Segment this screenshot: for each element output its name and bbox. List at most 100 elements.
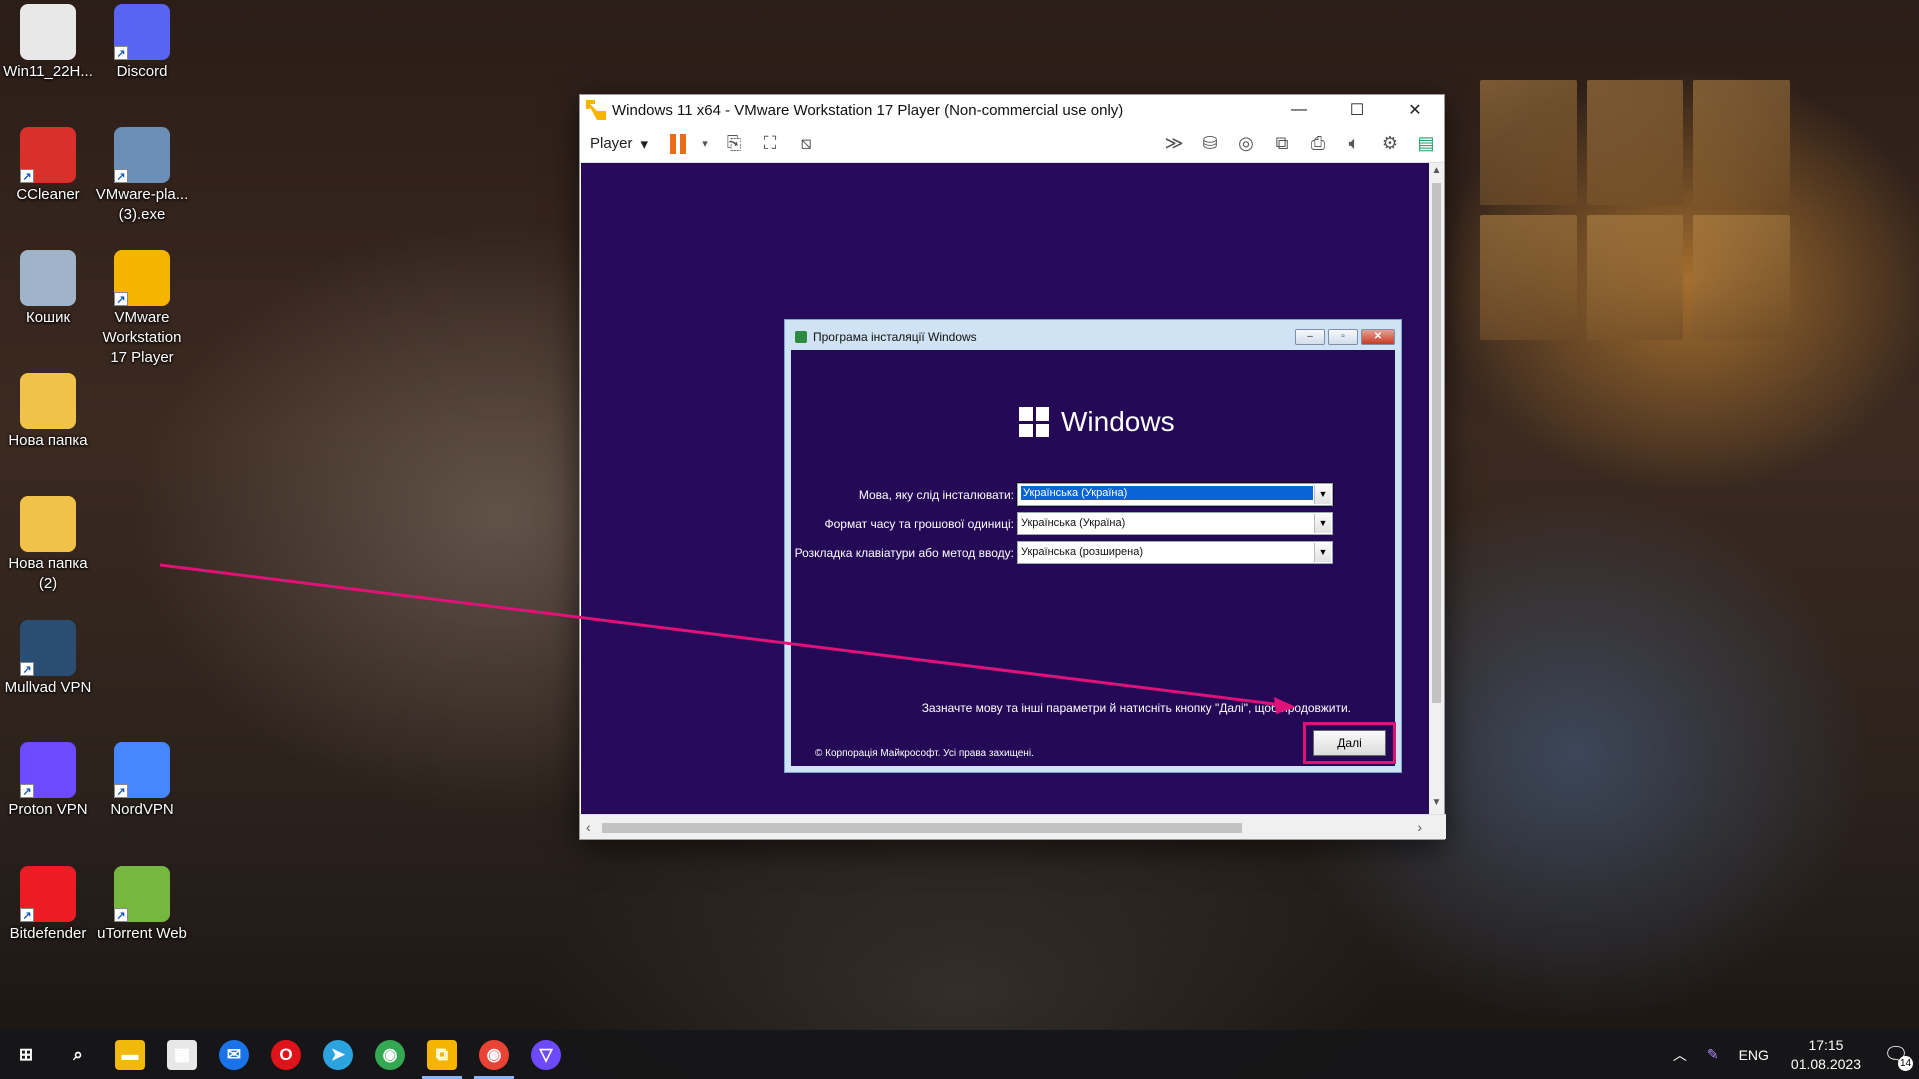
- next-button[interactable]: Далі: [1313, 730, 1386, 756]
- copyright-text: © Корпорація Майкрософт. Усі права захищ…: [815, 748, 1034, 759]
- expand-toolbar-icon[interactable]: ≫: [1161, 131, 1187, 157]
- language-row: Мова, яку слід інсталювати: Українська (…: [791, 482, 1395, 507]
- minimize-button[interactable]: —: [1270, 95, 1328, 125]
- horizontal-scroll-thumb[interactable]: [602, 823, 1242, 833]
- chrome-icon[interactable]: ◉: [364, 1030, 416, 1079]
- chrome-profile-icon[interactable]: ◉: [468, 1030, 520, 1079]
- file-explorer-icon-glyph: ▬: [115, 1039, 145, 1070]
- printer-icon[interactable]: ⎙: [1305, 131, 1331, 157]
- setup-restore-button[interactable]: ▫: [1328, 329, 1358, 345]
- bitdefender-icon: ↗: [20, 866, 76, 922]
- desktop-icon[interactable]: ↗ Mullvad VPN: [0, 620, 96, 698]
- hard-disk-icon[interactable]: ⛁: [1197, 131, 1223, 157]
- nordvpn-icon: ↗: [114, 742, 170, 798]
- message-log-icon[interactable]: ▤: [1413, 131, 1439, 157]
- file-explorer-icon[interactable]: ▬: [104, 1030, 156, 1079]
- pause-icon[interactable]: [670, 133, 688, 154]
- notification-button[interactable]: 🗨︎ 14: [1873, 1030, 1919, 1079]
- installer-icon: ↗: [114, 127, 170, 183]
- vmware-taskbar-icon[interactable]: ⧉: [416, 1030, 468, 1079]
- setup-body: Windows Мова, яку слід інсталювати: Укра…: [791, 350, 1396, 766]
- language-select[interactable]: Українська (Україна) ▼: [1016, 482, 1334, 507]
- sound-icon[interactable]: 🔈︎: [1341, 131, 1367, 157]
- setup-minimize-button[interactable]: –: [1295, 329, 1325, 345]
- cd-dvd-icon[interactable]: ◎: [1233, 131, 1259, 157]
- unity-mode-icon[interactable]: ⧅: [793, 131, 819, 157]
- desktop-icon[interactable]: Нова папка (2): [0, 496, 96, 594]
- desktop-icon[interactable]: Win11_22H...: [0, 4, 96, 82]
- network-adapter-icon[interactable]: ⧉: [1269, 131, 1295, 157]
- desktop-icon[interactable]: Нова папка: [0, 373, 96, 451]
- pen-icon[interactable]: ✎: [1697, 1046, 1729, 1063]
- desktop-icon[interactable]: ↗ Proton VPN: [0, 742, 96, 820]
- desktop-icon[interactable]: ↗ VMware Workstation 17 Player: [94, 250, 190, 368]
- folder-icon: [20, 496, 76, 552]
- vertical-scroll-thumb[interactable]: [1432, 183, 1441, 703]
- shortcut-arrow-icon: ↗: [20, 169, 34, 183]
- scroll-up-icon[interactable]: ▲: [1429, 165, 1444, 181]
- desktop-icon[interactable]: ↗ uTorrent Web: [94, 866, 190, 944]
- desktop-icon[interactable]: ↗ NordVPN: [94, 742, 190, 820]
- player-menu[interactable]: Player ▾: [590, 135, 648, 153]
- search-icon[interactable]: ⌕: [52, 1030, 104, 1079]
- opera-icon[interactable]: O: [260, 1030, 312, 1079]
- desktop-icon[interactable]: ↗ VMware-pla... (3).exe: [94, 127, 190, 225]
- vmware-titlebar[interactable]: Windows 11 x64 - VMware Workstation 17 P…: [580, 95, 1444, 125]
- vmware-toolbar: Player ▾ ▾ ⎘ ⛶ ⧅ ≫ ⛁ ◎ ⧉ ⎙ 🔈︎ ⚙ ▤: [580, 125, 1444, 163]
- desktop-icon[interactable]: ↗ Bitdefender: [0, 866, 96, 944]
- send-ctrl-alt-del-icon[interactable]: ⎘: [721, 131, 747, 157]
- taskbar: ⊞ ⌕ ▬ ▦ ✉ O ➤ ◉ ⧉ ◉ ▽ ︿ ✎ ENG 17:15 01.08.2023 🗨︎ …: [0, 1030, 1919, 1079]
- ccleaner-icon: ↗: [20, 127, 76, 183]
- desktop-icon-label: Win11_22H...: [3, 63, 93, 80]
- close-button[interactable]: ✕: [1386, 95, 1444, 125]
- window-title: Windows 11 x64 - VMware Workstation 17 P…: [612, 101, 1124, 119]
- setup-close-button[interactable]: ✕: [1361, 329, 1395, 345]
- horizontal-scrollbar[interactable]: ‹ ›: [580, 814, 1446, 839]
- microsoft-store-icon[interactable]: ▦: [156, 1030, 208, 1079]
- shortcut-arrow-icon: ↗: [20, 784, 34, 798]
- discord-icon: ↗: [114, 4, 170, 60]
- language-value: Українська (Україна): [1021, 486, 1313, 500]
- vm-guest-screen[interactable]: Програма інсталяції Windows – ▫ ✕ Window…: [581, 163, 1431, 815]
- scroll-down-icon[interactable]: ▼: [1429, 797, 1444, 813]
- desktop-icon[interactable]: Кошик: [0, 250, 96, 328]
- mail-icon[interactable]: ✉: [208, 1030, 260, 1079]
- windows-logo: Windows: [1019, 406, 1175, 438]
- chrome-profile-icon-glyph: ◉: [479, 1039, 509, 1070]
- shortcut-arrow-icon: ↗: [114, 169, 128, 183]
- chevron-down-icon[interactable]: ▼: [1314, 485, 1331, 504]
- format-select[interactable]: Українська (Україна) ▼: [1017, 512, 1333, 535]
- usb-icon[interactable]: ⚙: [1377, 131, 1403, 157]
- vmware-logo-icon: [586, 100, 606, 120]
- scroll-left-icon[interactable]: ‹: [586, 819, 591, 835]
- vmware-window[interactable]: Windows 11 x64 - VMware Workstation 17 P…: [579, 94, 1446, 840]
- chevron-down-icon[interactable]: ▼: [1314, 514, 1331, 533]
- telegram-icon[interactable]: ➤: [312, 1030, 364, 1079]
- desktop-icon-label: Discord: [116, 63, 168, 80]
- telegram-icon-glyph: ➤: [323, 1039, 353, 1070]
- fit-guest-icon[interactable]: ⛶: [757, 131, 783, 157]
- language-indicator[interactable]: ENG: [1729, 1047, 1779, 1063]
- setup-titlebar[interactable]: Програма інсталяції Windows – ▫ ✕: [791, 326, 1395, 348]
- shortcut-arrow-icon: ↗: [20, 662, 34, 676]
- desktop-icon-label: uTorrent Web: [97, 925, 187, 942]
- scroll-right-icon[interactable]: ›: [1417, 819, 1422, 835]
- setup-app-icon: [795, 331, 807, 343]
- mullvad-icon: ↗: [20, 620, 76, 676]
- windows-logo-icon: [1019, 407, 1049, 437]
- chevron-down-icon[interactable]: ▼: [1314, 543, 1331, 562]
- desktop-icon[interactable]: ↗ Discord: [94, 4, 190, 82]
- setup-title: Програма інсталяції Windows: [813, 330, 977, 344]
- maximize-button[interactable]: ☐: [1328, 95, 1386, 125]
- clock[interactable]: 17:15 01.08.2023: [1779, 1036, 1873, 1074]
- vmware-taskbar-icon-glyph: ⧉: [427, 1039, 457, 1070]
- start-button[interactable]: ⊞: [0, 1030, 52, 1079]
- background-window-light: [1480, 80, 1790, 340]
- desktop-icon[interactable]: ↗ CCleaner: [0, 127, 96, 205]
- format-label: Формат часу та грошової одиниці:: [824, 517, 1014, 531]
- protonvpn-taskbar-icon[interactable]: ▽: [520, 1030, 572, 1079]
- dropdown-arrow-icon[interactable]: ▾: [699, 131, 711, 157]
- chevron-up-icon[interactable]: ︿: [1663, 1045, 1697, 1065]
- vertical-scrollbar[interactable]: ▲ ▼: [1429, 163, 1444, 815]
- keyboard-select[interactable]: Українська (розширена) ▼: [1017, 541, 1333, 564]
